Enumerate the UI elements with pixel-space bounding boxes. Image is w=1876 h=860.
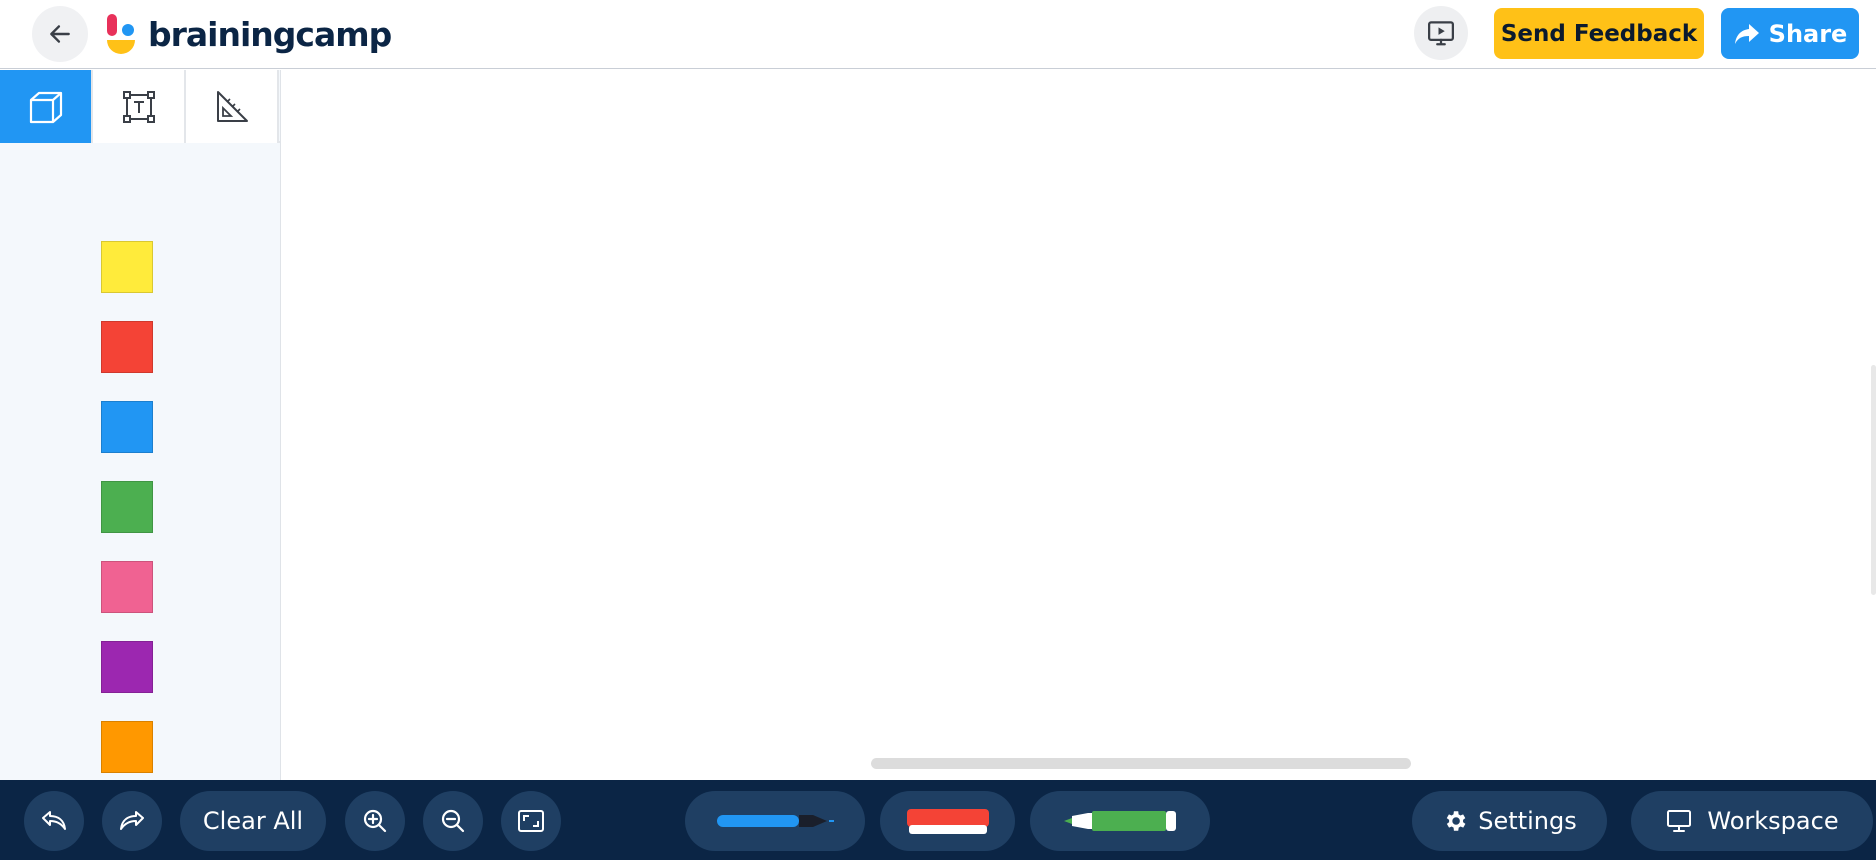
horizontal-scrollbar[interactable]	[871, 758, 1411, 769]
workspace-canvas[interactable]	[282, 70, 1876, 780]
monitor-icon	[1667, 810, 1692, 832]
present-button[interactable]	[1414, 6, 1468, 60]
swatch-purple[interactable]	[101, 641, 153, 693]
share-button[interactable]: Share	[1721, 8, 1859, 59]
arrow-left-icon	[50, 25, 70, 43]
redo-icon	[120, 811, 144, 830]
swatch-yellow[interactable]	[101, 241, 153, 293]
clear-all-button[interactable]: Clear All	[180, 791, 326, 851]
swatch-orange[interactable]	[101, 721, 153, 773]
swatch-green[interactable]	[101, 481, 153, 533]
swatch-blue[interactable]	[101, 401, 153, 453]
app-header: brainingcamp Send Feedback Share	[0, 0, 1876, 69]
zoom-out-button[interactable]	[423, 791, 483, 851]
workspace-button[interactable]: Workspace	[1631, 791, 1873, 851]
back-button[interactable]	[32, 6, 88, 62]
ruler-triangle-icon	[216, 90, 248, 122]
tab-cubes[interactable]	[0, 70, 93, 143]
settings-button[interactable]: Settings	[1412, 791, 1607, 851]
bottom-toolbar: Clear All Settings Workspace	[0, 780, 1876, 860]
send-feedback-button[interactable]: Send Feedback	[1494, 8, 1704, 59]
redo-button[interactable]	[102, 791, 162, 851]
logo-text: brainingcamp	[148, 14, 392, 54]
green-marker-icon	[1064, 811, 1176, 831]
fit-screen-icon	[518, 810, 544, 832]
share-arrow-icon	[1734, 23, 1759, 44]
settings-label: Settings	[1478, 807, 1577, 835]
zoom-in-button[interactable]	[345, 791, 405, 851]
tab-measure[interactable]	[186, 70, 279, 143]
workspace-label: Workspace	[1707, 807, 1839, 835]
undo-icon	[42, 811, 66, 830]
zoom-in-icon	[363, 809, 387, 833]
swatch-red[interactable]	[101, 321, 153, 373]
eraser-button[interactable]	[880, 791, 1015, 851]
undo-button[interactable]	[24, 791, 84, 851]
logo-mark-icon	[104, 12, 138, 56]
blue-pen-icon	[717, 815, 834, 827]
blue-pen-button[interactable]	[685, 791, 865, 851]
gear-icon	[1447, 811, 1466, 831]
presentation-play-icon	[1428, 21, 1454, 46]
text-box-icon	[122, 90, 155, 123]
swatch-pink[interactable]	[101, 561, 153, 613]
brainingcamp-logo: brainingcamp	[104, 10, 392, 58]
fit-screen-button[interactable]	[501, 791, 561, 851]
zoom-out-icon	[441, 809, 465, 833]
panel-tabs	[0, 70, 280, 143]
clear-all-label: Clear All	[202, 807, 304, 835]
share-label: Share	[1768, 19, 1848, 48]
green-marker-button[interactable]	[1030, 791, 1210, 851]
tab-text-box[interactable]	[93, 70, 186, 143]
vertical-scrollbar[interactable]	[1871, 365, 1876, 595]
eraser-icon	[906, 809, 989, 834]
cube-icon	[29, 91, 62, 123]
manipulatives-panel	[0, 70, 281, 780]
